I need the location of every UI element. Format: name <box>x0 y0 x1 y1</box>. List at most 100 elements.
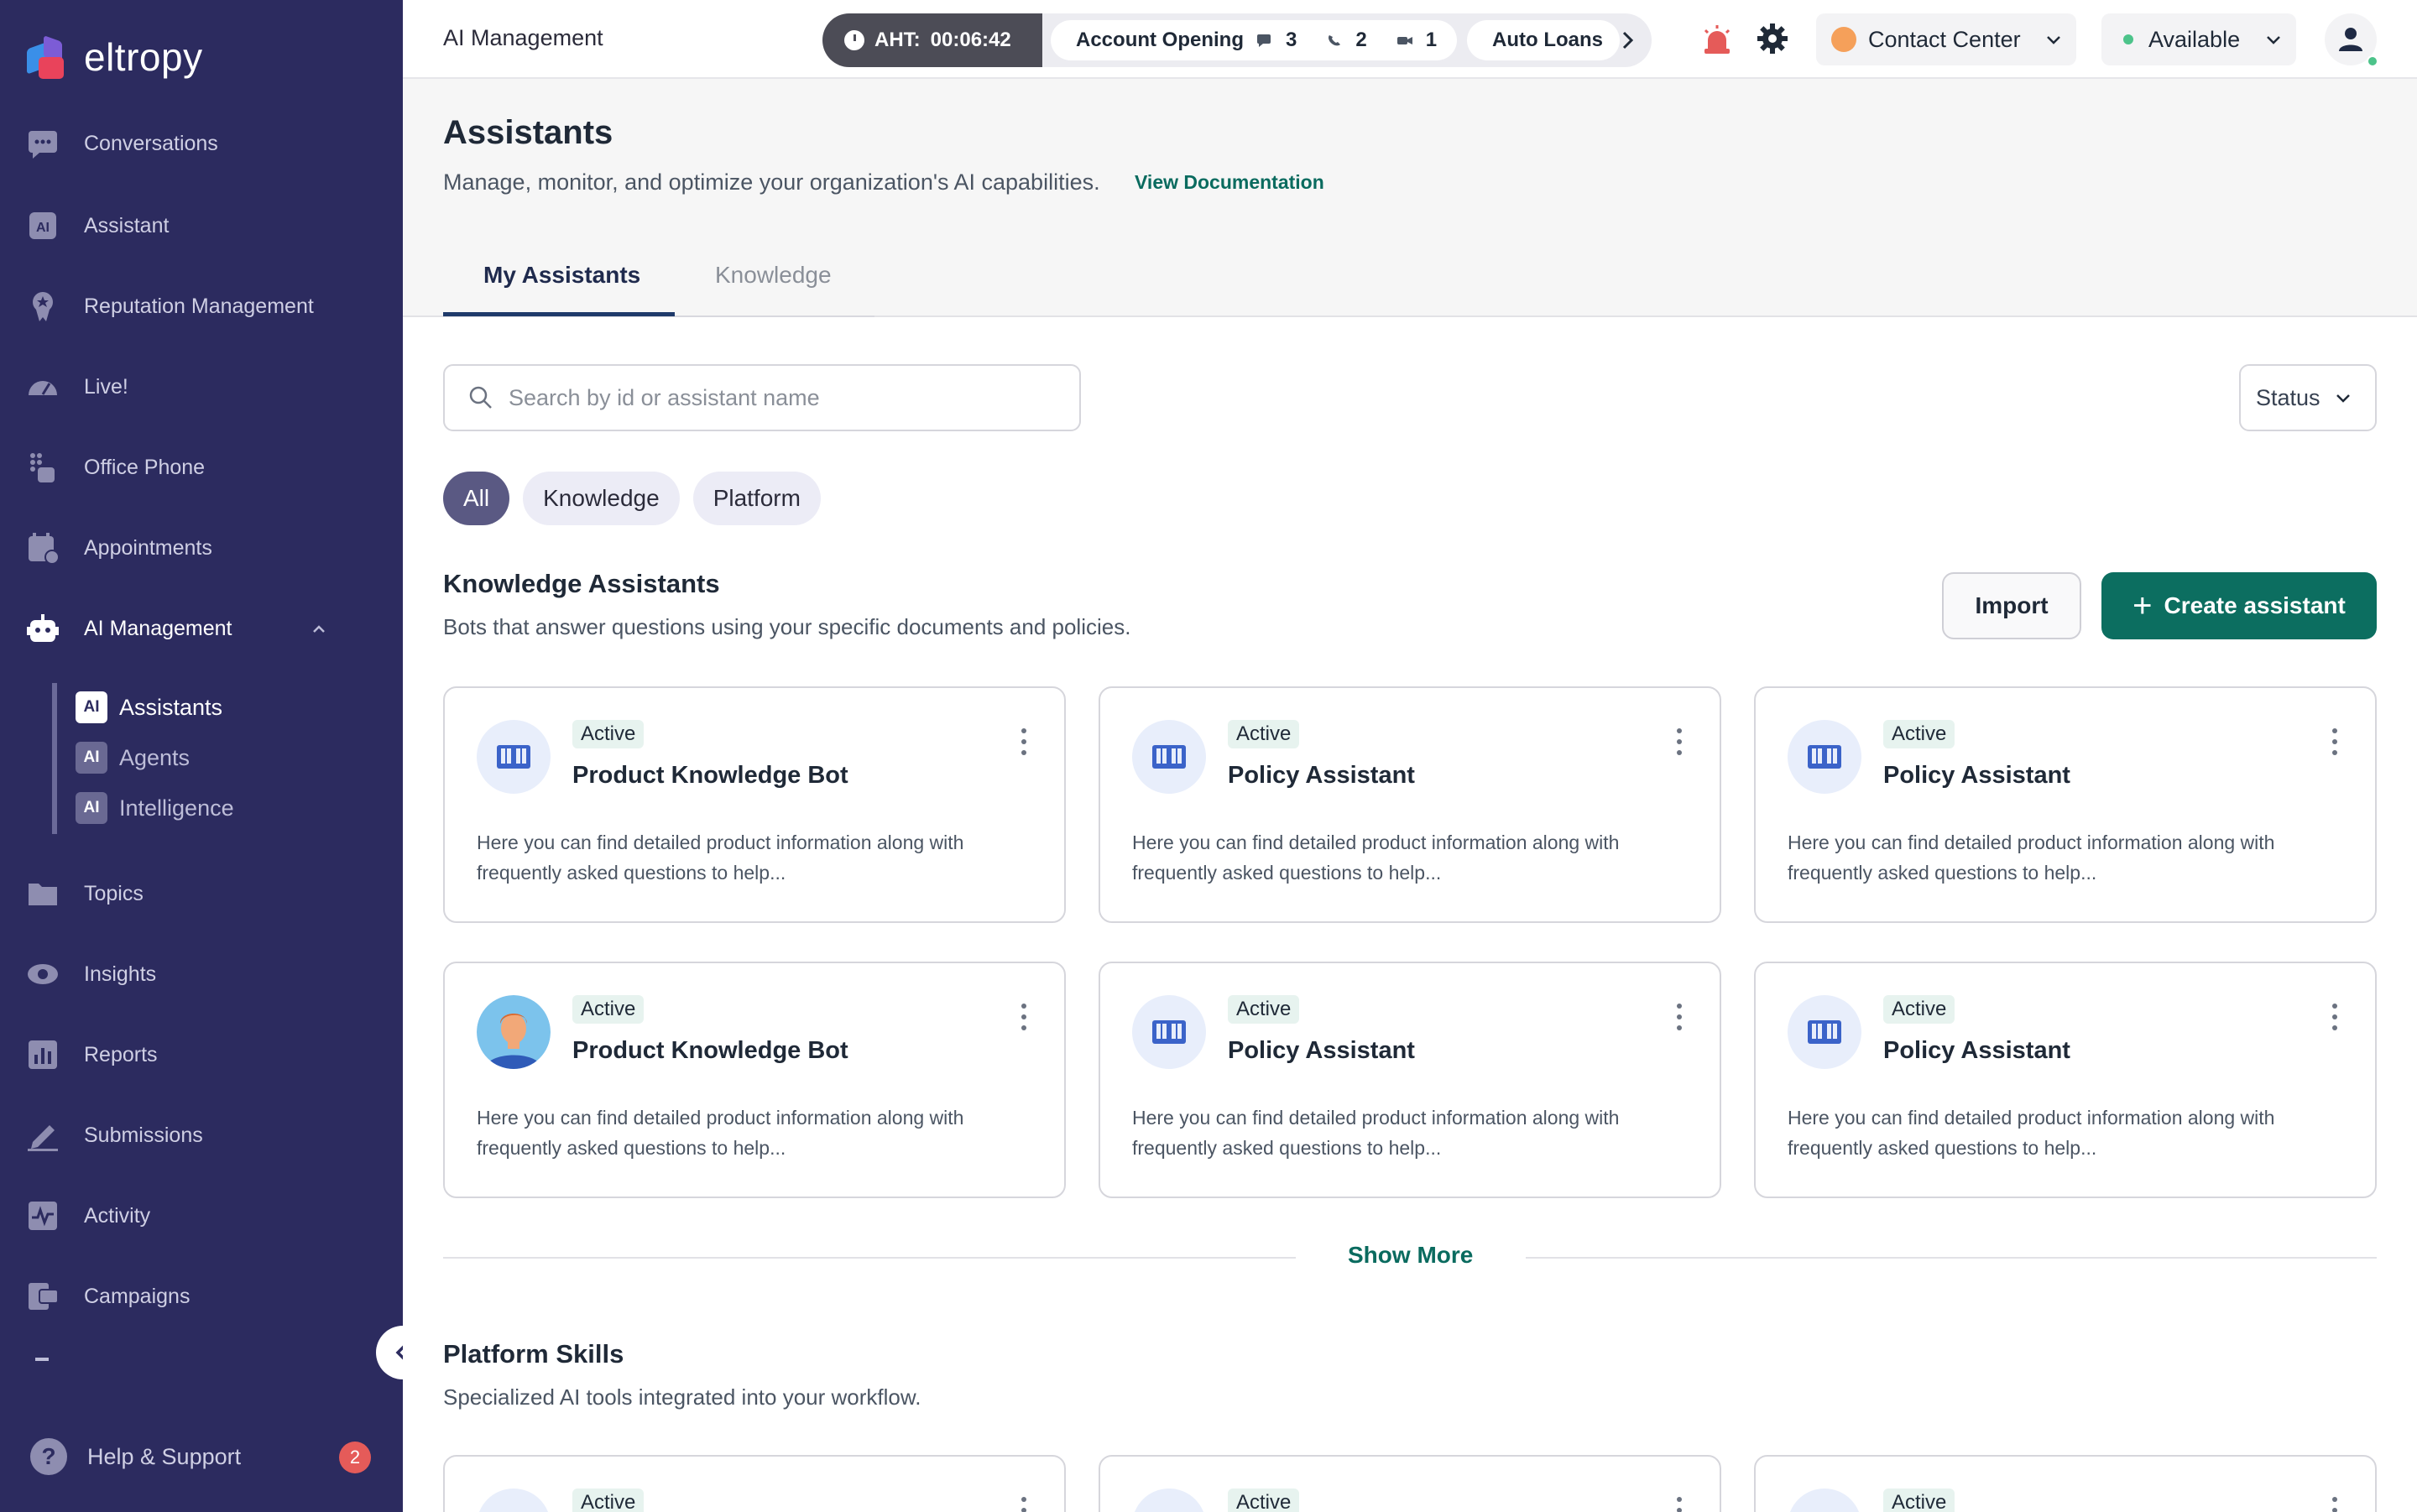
more-options-icon[interactable] <box>1015 1494 1032 1512</box>
search-placeholder: Search by id or assistant name <box>509 384 820 410</box>
assistant-card[interactable]: Active Policy Assistant Here you can fin… <box>1099 686 1721 923</box>
more-options-icon[interactable] <box>1671 725 1688 759</box>
book-icon <box>477 720 551 794</box>
create-assistant-button[interactable]: + Create assistant <box>2101 572 2377 639</box>
status-badge: Active <box>1883 1489 1955 1512</box>
section-title-knowledge: Knowledge Assistants <box>443 569 720 598</box>
status-badge: Active <box>1228 720 1300 748</box>
sidebar-item-insights[interactable]: Insights <box>25 957 156 992</box>
sidebar-item-label: Topics <box>84 881 144 905</box>
status-badge: Active <box>1228 1489 1300 1512</box>
card-description: Here you can find detailed product infor… <box>1132 1107 1620 1159</box>
status-badge: Active <box>572 720 645 748</box>
assistant-card[interactable]: Active Policy Assistant Here you can fin… <box>1099 962 1721 1198</box>
platform-card[interactable]: Active <box>1754 1455 2377 1512</box>
tab-knowledge[interactable]: Knowledge <box>715 262 832 289</box>
chevron-up-icon[interactable] <box>311 621 327 638</box>
aht-value: 00:06:42 <box>930 29 1011 51</box>
chevron-down-icon <box>2267 36 2280 44</box>
sidebar-item-label: Campaigns <box>84 1284 191 1308</box>
show-more-button[interactable]: Show More <box>1348 1242 1473 1269</box>
brand-name: eltropy <box>84 35 203 79</box>
sidebar-item-office-phone[interactable]: Office Phone <box>25 450 205 485</box>
subnav-item-label: Assistants <box>119 694 223 720</box>
card-description: Here you can find detailed product infor… <box>477 832 964 884</box>
subnav-item-intelligence[interactable]: AI Intelligence <box>76 792 234 824</box>
breadcrumb-title: AI Management <box>443 25 603 50</box>
sidebar-item-appointments[interactable]: Appointments <box>25 530 212 566</box>
sidebar-item-label: Activity <box>84 1203 151 1228</box>
sidebar-item-conversations[interactable]: Conversations <box>25 126 218 161</box>
platform-card[interactable]: Active <box>1099 1455 1721 1512</box>
sidebar-item-live[interactable]: Live! <box>25 369 128 404</box>
search-input[interactable]: Search by id or assistant name <box>443 364 1081 431</box>
more-options-icon[interactable] <box>2326 1494 2343 1512</box>
card-title: Product Knowledge Bot <box>572 1037 848 1064</box>
more-options-icon[interactable] <box>1671 1000 1688 1034</box>
status-badge: Active <box>1228 995 1300 1024</box>
chevron-down-icon <box>2047 36 2060 44</box>
create-assistant-label: Create assistant <box>2164 592 2346 618</box>
sidebar-item-assistant[interactable]: AI Assistant <box>25 208 169 243</box>
availability-label: Available <box>2148 26 2241 52</box>
queue-pill-account-opening[interactable]: Account Opening 3 2 1 <box>1051 20 1457 60</box>
more-options-icon[interactable] <box>1015 1000 1032 1034</box>
sidebar-item-reports[interactable]: Reports <box>25 1037 158 1072</box>
assistant-card[interactable]: Active Product Knowledge Bot Here you ca… <box>443 962 1066 1198</box>
view-documentation-link[interactable]: View Documentation <box>1135 171 1324 194</box>
sidebar-item-reputation[interactable]: Reputation Management <box>25 289 314 324</box>
queue-next-button[interactable] <box>1603 13 1652 67</box>
robot-icon <box>25 611 60 646</box>
sidebar-item-submissions[interactable]: Submissions <box>25 1118 203 1153</box>
book-icon <box>1788 720 1861 794</box>
status-filter-dropdown[interactable]: Status <box>2239 364 2377 431</box>
online-status-icon <box>2367 55 2378 67</box>
notification-badge: 2 <box>339 1442 371 1473</box>
queue-pill-auto-loans[interactable]: Auto Loans <box>1467 20 1620 60</box>
chip-all[interactable]: All <box>443 472 510 525</box>
more-options-icon[interactable] <box>1015 725 1032 759</box>
main-content: Search by id or assistant name Status Al… <box>403 317 2417 1512</box>
award-icon <box>25 289 60 324</box>
sidebar-item-ai-management[interactable]: AI Management <box>25 611 232 646</box>
person-avatar <box>477 995 551 1069</box>
import-button[interactable]: Import <box>1942 572 2081 639</box>
chip-knowledge[interactable]: Knowledge <box>523 472 680 525</box>
help-label: Help & Support <box>87 1443 242 1469</box>
card-title: Policy Assistant <box>1883 762 2070 789</box>
status-badge: Active <box>1883 995 1955 1024</box>
bar-chart-icon <box>25 1037 60 1072</box>
brand[interactable]: eltropy <box>25 34 203 81</box>
help-support-link[interactable]: ? Help & Support <box>30 1438 241 1475</box>
contact-center-label: Contact Center <box>1868 26 2021 52</box>
availability-dropdown[interactable]: Available <box>2101 13 2296 65</box>
sidebar-item-label: Submissions <box>84 1123 203 1147</box>
aht-timer: AHT: 00:06:42 <box>822 13 1042 67</box>
sidebar-item-campaigns[interactable]: Campaigns <box>25 1279 190 1314</box>
chat-icon <box>25 126 60 161</box>
subnav-item-assistants[interactable]: AI Assistants <box>76 691 222 723</box>
contact-center-dropdown[interactable]: Contact Center <box>1816 13 2076 65</box>
book-icon <box>1132 995 1206 1069</box>
assistant-card[interactable]: Active Policy Assistant Here you can fin… <box>1754 962 2377 1198</box>
search-icon <box>469 386 492 409</box>
more-options-icon[interactable] <box>2326 1000 2343 1034</box>
tab-my-assistants[interactable]: My Assistants <box>483 262 640 289</box>
card-description: Here you can find detailed product infor… <box>477 1107 964 1159</box>
gear-icon[interactable] <box>1756 22 1789 55</box>
chat-count: 3 <box>1286 29 1297 51</box>
subnav-item-agents[interactable]: AI Agents <box>76 742 190 774</box>
alarm-icon[interactable] <box>1700 23 1734 57</box>
status-badge: Active <box>1883 720 1955 748</box>
ai-badge-icon: AI <box>76 742 107 774</box>
assistant-card[interactable]: Active Product Knowledge Bot Here you ca… <box>443 686 1066 923</box>
assistant-card[interactable]: Active Policy Assistant Here you can fin… <box>1754 686 2377 923</box>
sidebar-item-activity[interactable]: Activity <box>25 1198 150 1233</box>
sidebar-item-topics[interactable]: Topics <box>25 876 144 911</box>
more-options-icon[interactable] <box>2326 725 2343 759</box>
platform-card[interactable]: Active <box>443 1455 1066 1512</box>
filter-chips: All Knowledge Platform <box>443 472 821 525</box>
more-options-icon[interactable] <box>1671 1494 1688 1512</box>
activity-icon <box>25 1198 60 1233</box>
chip-platform[interactable]: Platform <box>692 472 821 525</box>
